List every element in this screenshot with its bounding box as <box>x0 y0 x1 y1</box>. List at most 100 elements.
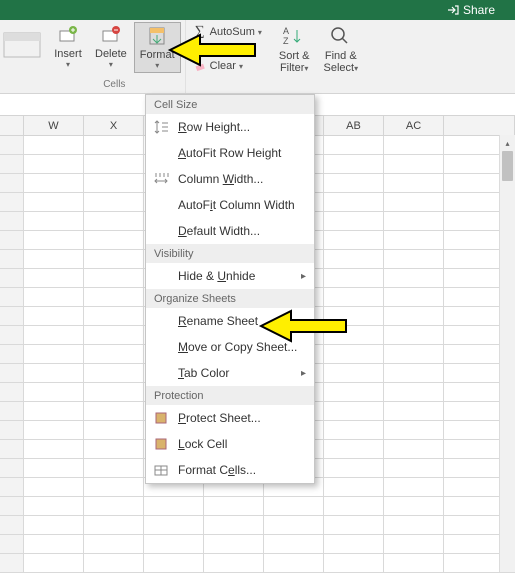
cell[interactable] <box>204 554 264 572</box>
cell[interactable] <box>384 136 444 154</box>
cell[interactable] <box>84 440 144 458</box>
cell[interactable] <box>24 174 84 192</box>
cell[interactable] <box>384 193 444 211</box>
cell[interactable] <box>444 497 504 515</box>
cell[interactable] <box>444 231 504 249</box>
cell[interactable] <box>324 307 384 325</box>
cell[interactable] <box>384 269 444 287</box>
cell[interactable] <box>324 155 384 173</box>
cell[interactable] <box>444 250 504 268</box>
row-header[interactable] <box>0 421 24 439</box>
row-header[interactable] <box>0 345 24 363</box>
cell[interactable] <box>384 516 444 534</box>
row-header[interactable] <box>0 535 24 553</box>
cell[interactable] <box>324 497 384 515</box>
cell[interactable] <box>24 383 84 401</box>
cell[interactable] <box>84 326 144 344</box>
cell[interactable] <box>24 516 84 534</box>
cell[interactable] <box>84 212 144 230</box>
cell[interactable] <box>384 421 444 439</box>
cell[interactable] <box>384 307 444 325</box>
col-header[interactable] <box>444 116 515 135</box>
cell[interactable] <box>444 421 504 439</box>
cell[interactable] <box>444 516 504 534</box>
cell[interactable] <box>324 212 384 230</box>
menu-autofit-row[interactable]: AutoFit Row Height <box>146 140 314 166</box>
cell[interactable] <box>84 497 144 515</box>
cell[interactable] <box>324 174 384 192</box>
row-header[interactable] <box>0 497 24 515</box>
cell[interactable] <box>24 193 84 211</box>
cell[interactable] <box>384 212 444 230</box>
select-all-corner[interactable] <box>0 116 24 135</box>
cell[interactable] <box>84 383 144 401</box>
cell[interactable] <box>444 478 504 496</box>
vertical-scrollbar[interactable]: ▴ <box>499 135 515 572</box>
cell[interactable] <box>24 459 84 477</box>
cell[interactable] <box>324 193 384 211</box>
cell[interactable] <box>384 250 444 268</box>
menu-rename-sheet[interactable]: Rename Sheet <box>146 308 314 334</box>
cell[interactable] <box>324 326 384 344</box>
cell[interactable] <box>84 269 144 287</box>
cell[interactable] <box>444 288 504 306</box>
cell[interactable] <box>384 155 444 173</box>
cell[interactable] <box>24 136 84 154</box>
cell[interactable] <box>204 497 264 515</box>
find-select-button[interactable]: Find & Select▾ <box>317 22 364 76</box>
cell[interactable] <box>384 231 444 249</box>
row-header[interactable] <box>0 459 24 477</box>
cell[interactable] <box>84 174 144 192</box>
cell[interactable] <box>24 421 84 439</box>
cell[interactable] <box>204 535 264 553</box>
row-header[interactable] <box>0 288 24 306</box>
cell[interactable] <box>384 402 444 420</box>
menu-hide-unhide[interactable]: Hide & Unhide▸ <box>146 263 314 289</box>
cell[interactable] <box>84 554 144 572</box>
cell[interactable] <box>84 421 144 439</box>
cell[interactable] <box>324 250 384 268</box>
cell[interactable] <box>324 269 384 287</box>
cell[interactable] <box>324 478 384 496</box>
cell[interactable] <box>384 364 444 382</box>
cell[interactable] <box>84 364 144 382</box>
cell[interactable] <box>24 269 84 287</box>
cell[interactable] <box>444 155 504 173</box>
cell[interactable] <box>444 269 504 287</box>
row-header[interactable] <box>0 155 24 173</box>
row-header[interactable] <box>0 307 24 325</box>
row-header[interactable] <box>0 250 24 268</box>
cell[interactable] <box>24 497 84 515</box>
cell[interactable] <box>324 288 384 306</box>
cell[interactable] <box>144 497 204 515</box>
cell[interactable] <box>144 535 204 553</box>
row-header[interactable] <box>0 269 24 287</box>
row-header[interactable] <box>0 364 24 382</box>
cell[interactable] <box>384 345 444 363</box>
cell[interactable] <box>324 516 384 534</box>
cell[interactable] <box>264 497 324 515</box>
format-button[interactable]: Format ▾ <box>134 22 181 73</box>
cell[interactable] <box>24 364 84 382</box>
cell[interactable] <box>384 478 444 496</box>
cell[interactable] <box>84 231 144 249</box>
menu-col-width[interactable]: Column Width... <box>146 166 314 192</box>
cell[interactable] <box>24 212 84 230</box>
cell[interactable] <box>444 364 504 382</box>
cell[interactable] <box>24 554 84 572</box>
cell[interactable] <box>264 554 324 572</box>
cell[interactable] <box>324 459 384 477</box>
cell[interactable] <box>84 193 144 211</box>
cell[interactable] <box>444 554 504 572</box>
cell[interactable] <box>384 459 444 477</box>
col-header[interactable]: W <box>24 116 84 135</box>
cell[interactable] <box>324 364 384 382</box>
cell[interactable] <box>384 554 444 572</box>
autosum-button[interactable]: ∑AutoSum▾ <box>190 24 265 40</box>
cell[interactable] <box>84 535 144 553</box>
row-header[interactable] <box>0 383 24 401</box>
cell[interactable] <box>84 402 144 420</box>
cell[interactable] <box>384 383 444 401</box>
row-header[interactable] <box>0 478 24 496</box>
cell[interactable] <box>24 231 84 249</box>
